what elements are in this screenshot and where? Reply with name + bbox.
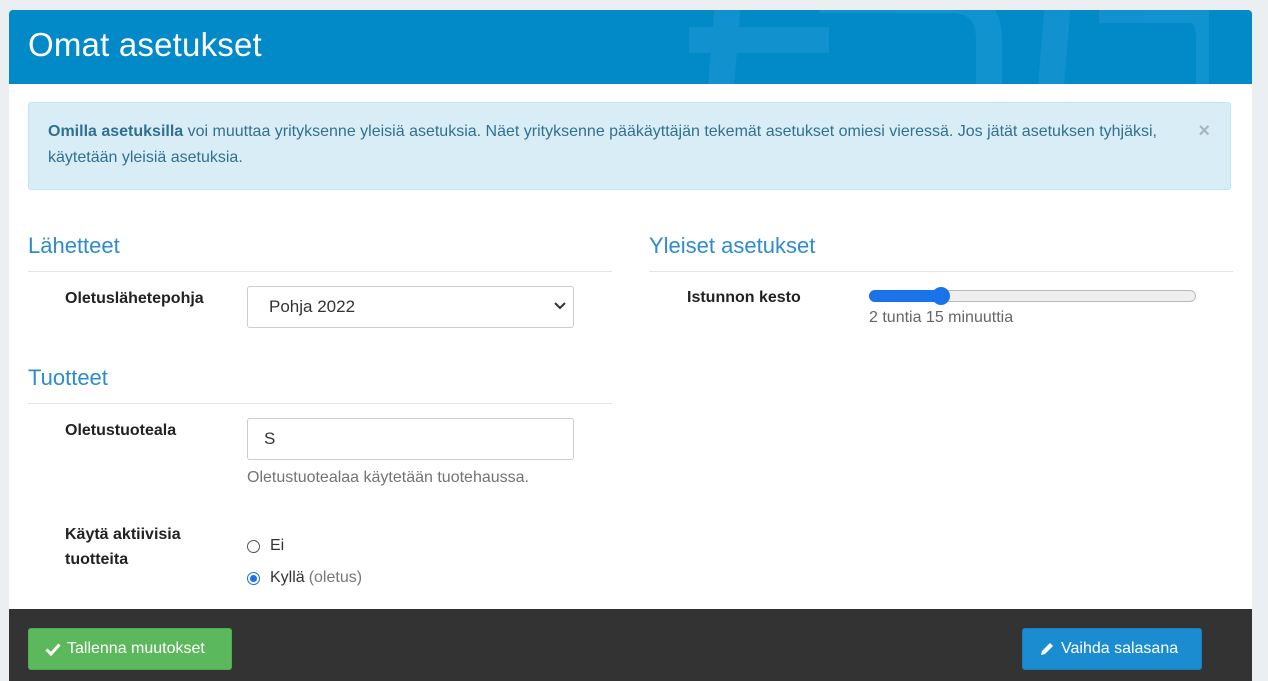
- section-divider: [649, 271, 1233, 272]
- page-title: Omat asetukset: [28, 26, 262, 63]
- radio-option-ei[interactable]: Ei: [247, 537, 284, 555]
- radio-label-kylla: Kyllä: [270, 569, 305, 586]
- pencil-icon: [1041, 643, 1053, 655]
- default-product-area-input[interactable]: [247, 418, 574, 460]
- use-active-products-label-line2: tuotteita: [65, 551, 129, 568]
- section-divider: [28, 403, 612, 404]
- session-length-label: Istunnon kesto: [687, 289, 801, 306]
- section-divider: [28, 271, 612, 272]
- radio-note-kylla: (oletus): [308, 569, 363, 586]
- change-password-label: Vaihda salasana: [1061, 640, 1179, 657]
- save-button-label: Tallenna muutokset: [67, 640, 205, 657]
- default-template-value: Pohja 2022: [269, 297, 356, 316]
- use-active-products-label: Käytä aktiivisia tuotteita: [65, 522, 181, 572]
- default-product-area-help: Oletustuotealaa käytetään tuotehaussa.: [247, 469, 529, 486]
- radio-button-kylla[interactable]: [247, 571, 260, 585]
- radio-button-ei[interactable]: [247, 539, 260, 553]
- header-decoration-icon: [689, 10, 1209, 84]
- radio-option-kylla[interactable]: Kyllä (oletus): [247, 569, 362, 587]
- alert-text: voi muuttaa yrityksenne yleisiä asetuksi…: [48, 123, 1157, 166]
- slider-thumb[interactable]: [932, 287, 950, 305]
- alert-bold-text: Omilla asetuksilla: [48, 123, 184, 140]
- chevron-down-icon: [554, 302, 566, 310]
- slider-fill: [869, 290, 941, 302]
- default-template-label: Oletuslähetepohja: [65, 290, 204, 307]
- session-length-slider[interactable]: [869, 287, 1196, 305]
- panel-header: Omat asetukset: [9, 10, 1252, 84]
- info-alert: Omilla asetuksilla voi muuttaa yrityksen…: [28, 102, 1231, 190]
- section-title-tuotteet: Tuotteet: [28, 365, 108, 390]
- alert-close-button[interactable]: ×: [1198, 121, 1210, 141]
- save-button[interactable]: Tallenna muutokset: [28, 628, 232, 670]
- change-password-button[interactable]: Vaihda salasana: [1022, 628, 1202, 670]
- use-active-products-label-line1: Käytä aktiivisia: [65, 526, 181, 543]
- settings-panel: Omat asetukset Omilla asetuksilla voi mu…: [9, 10, 1252, 681]
- section-title-lahetteet: Lähetteet: [28, 233, 120, 258]
- session-length-value: 2 tuntia 15 minuuttia: [869, 309, 1014, 326]
- footer-bar: Tallenna muutokset Vaihda salasana: [9, 609, 1252, 681]
- default-product-area-label: Oletustuoteala: [65, 422, 177, 439]
- check-icon: [45, 643, 61, 656]
- default-template-select[interactable]: Pohja 2022: [247, 286, 574, 328]
- section-title-yleiset: Yleiset asetukset: [649, 233, 816, 258]
- radio-label-ei: Ei: [270, 537, 285, 554]
